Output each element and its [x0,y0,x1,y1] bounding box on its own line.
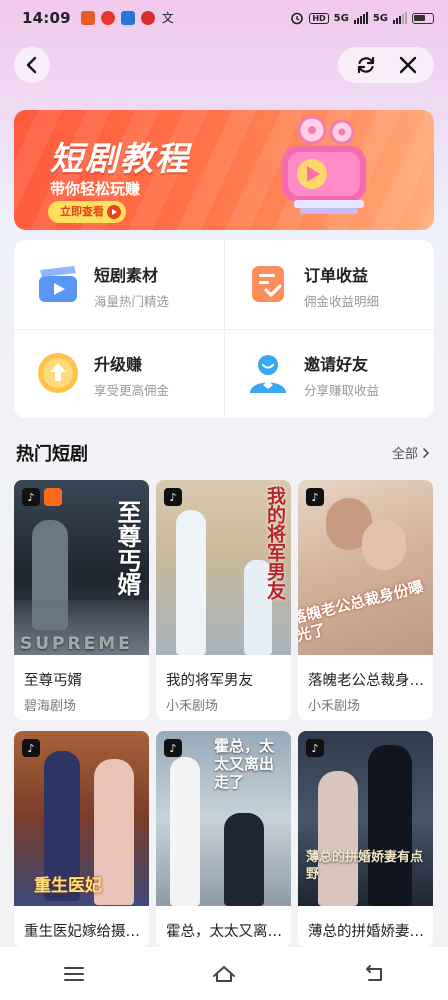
cover-title-text: 薄总的拼婚娇妻有点野 [306,850,424,882]
chevron-right-icon [423,447,430,458]
drama-cover: 霍总，太太又离出走了 [156,731,291,906]
cover-title-text: 我的将军男友 [264,486,286,600]
drama-card[interactable]: 霍总，太太又离出走了 霍总，太太又离出走了 [156,731,291,947]
banner-subtitle: 带你轻松玩赚 [50,180,141,198]
drama-cover: 至尊丐婿 SUPREME [14,480,149,655]
feature-invite-friends[interactable]: 邀请好友 分享赚取收益 [224,329,434,418]
close-icon [399,56,416,74]
app-notification-icon [80,11,95,25]
drama-card[interactable]: 重生医妃 重生医妃嫁给摄政王 [14,731,149,947]
mini-program-capsule [338,47,434,83]
feature-subtitle: 享受更高佣金 [94,383,170,398]
drama-card[interactable]: 至尊丐婿 SUPREME 至尊丐婿 碧海剧场 [14,480,149,720]
feature-subtitle: 海量热门精选 [94,294,170,309]
view-all-link[interactable]: 全部 [392,443,430,462]
battery-icon [412,12,434,24]
hd-badge: HD [309,12,329,24]
network-label: 5G [333,12,349,24]
feature-order-earnings[interactable]: 订单收益 佣金收益明细 [224,240,434,329]
section-title: 热门短剧 [16,444,88,465]
douyin-icon [306,488,324,506]
drama-cover: 薄总的拼婚娇妻有点野 [298,731,433,906]
menu-button[interactable] [63,965,85,983]
cover-title-text: 重生医妃 [34,876,102,896]
refresh-button[interactable] [355,54,377,76]
banner-button-label: 立即查看 [60,205,104,218]
cover-title-text: 落魄老公总裁身份曝光了 [298,577,426,646]
drama-cover: 落魄老公总裁身份曝光了 [298,480,433,655]
return-button[interactable] [363,964,385,984]
app-notification-icon [140,11,155,25]
system-navigation-bar [0,947,448,1000]
drama-title: 落魄老公总裁身份曝光了 [308,673,428,689]
drama-card[interactable]: 落魄老公总裁身份曝光了 落魄老公总裁身份曝光了 小禾剧场 [298,480,433,720]
douyin-icon [22,739,40,757]
feature-subtitle: 佣金收益明细 [304,294,380,309]
cover-title-text: 霍总，太太又离出走了 [214,737,275,791]
play-arrow-icon [107,205,121,219]
feature-upgrade-earn[interactable]: 升级赚 享受更高佣金 [14,329,224,418]
close-button[interactable] [398,55,418,75]
feature-title: 邀请好友 [304,355,369,374]
feature-drama-materials[interactable]: 短剧素材 海量热门精选 [14,240,224,329]
douyin-icon [306,739,324,757]
return-icon [365,964,382,981]
drama-cover: 我的将军男友 [156,480,291,655]
tutorial-banner[interactable]: 短剧教程 带你轻松玩赚 立即查看 [14,110,434,230]
film-projector-icon [282,115,366,214]
drama-title: 至尊丐婿 [24,673,82,689]
network-label: 5G [372,12,388,24]
feature-grid: 短剧素材 海量热门精选 订单收益 佣金收益明细 升级赚 享受更高佣金 邀请好友 … [14,240,434,418]
drama-cover: 重生医妃 [14,731,149,906]
cover-english-text: SUPREME [20,634,133,654]
video-clapper-icon [39,266,77,302]
alarm-icon [291,12,304,25]
feature-subtitle: 分享赚取收益 [304,383,380,398]
signal-icon [393,12,407,24]
translate-icon: 文 [161,11,174,25]
drama-source: 小禾剧场 [308,699,361,714]
signal-icon [353,12,368,24]
banner-view-button[interactable]: 立即查看 [48,201,126,223]
status-time: 14:09 [22,9,71,27]
cover-title-text: 至尊丐婿 [113,500,142,596]
menu-icon [64,966,85,981]
drama-card[interactable]: 薄总的拼婚娇妻有点野 薄总的拼婚娇妻有点野 [298,731,433,947]
banner-title: 短剧教程 [50,139,190,178]
status-indicators: HD 5G 5G [290,11,434,25]
app-notification-icon [120,11,135,25]
notification-icons: 文 [80,11,175,25]
refresh-icon [357,56,374,74]
invite-user-icon [250,355,286,393]
feature-title: 短剧素材 [94,266,159,285]
drama-title: 重生医妃嫁给摄政王 [24,924,144,940]
drama-source: 碧海剧场 [24,699,77,714]
drama-source: 小禾剧场 [166,699,219,714]
drama-card[interactable]: 我的将军男友 我的将军男友 小禾剧场 [156,480,291,720]
drama-title: 我的将军男友 [166,673,253,689]
view-all-label: 全部 [391,447,418,462]
order-document-icon [252,266,284,302]
douyin-icon [22,488,40,506]
home-icon [212,965,235,982]
douyin-icon [164,488,182,506]
chevron-left-icon [26,56,37,74]
app-notification-icon [100,11,115,25]
drama-title: 薄总的拼婚娇妻有点野 [308,924,428,940]
drama-title: 霍总，太太又离出走了 [166,924,286,940]
status-bar: 14:09 文 HD 5G 5G [0,0,448,36]
back-button[interactable] [14,47,50,83]
feature-title: 升级赚 [94,355,143,374]
upgrade-coin-icon [38,353,78,393]
home-button[interactable] [212,964,236,984]
kuaishou-icon [44,488,62,506]
douyin-icon [164,739,182,757]
feature-title: 订单收益 [304,266,369,285]
